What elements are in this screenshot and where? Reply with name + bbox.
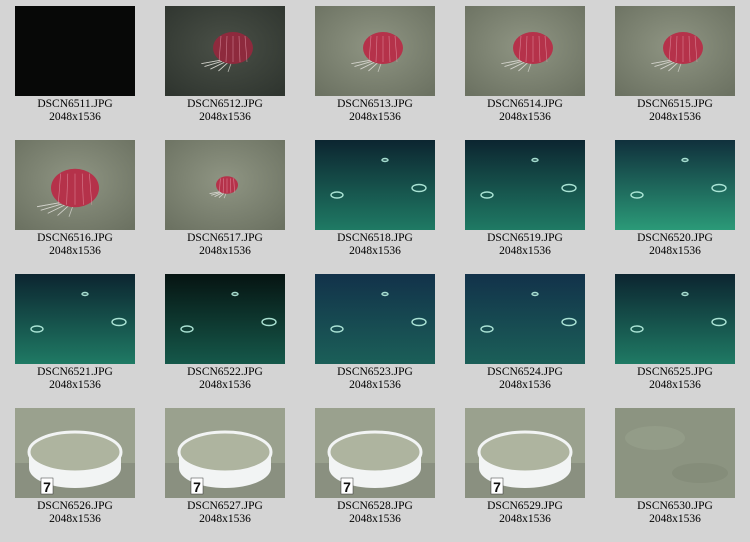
thumbnail-filename: DSCN6514.JPG [487, 98, 563, 110]
thumbnail-dimensions: 2048x1536 [199, 111, 251, 123]
thumbnail-filename: DSCN6527.JPG [187, 500, 263, 512]
thumbnail-filename: DSCN6515.JPG [637, 98, 713, 110]
thumbnail-item[interactable]: DSCN6511.JPG 2048x1536 [15, 6, 135, 130]
thumbnail-item[interactable]: DSCN6515.JPG 2048x1536 [615, 6, 735, 130]
thumbnail-dimensions: 2048x1536 [499, 513, 551, 525]
thumbnail-filename: DSCN6525.JPG [637, 366, 713, 378]
thumbnail-item[interactable]: 7 DSCN6529.JPG 2048x1536 [465, 408, 585, 532]
thumbnail-image[interactable] [465, 274, 585, 364]
thumbnail-filename: DSCN6523.JPG [337, 366, 413, 378]
thumbnail-item[interactable]: 7 DSCN6526.JPG 2048x1536 [15, 408, 135, 532]
thumbnail-dimensions: 2048x1536 [499, 111, 551, 123]
svg-text:7: 7 [493, 479, 501, 495]
svg-text:7: 7 [43, 479, 51, 495]
thumbnail-image[interactable] [615, 274, 735, 364]
thumbnail-item[interactable]: 7 DSCN6528.JPG 2048x1536 [315, 408, 435, 532]
thumbnail-filename: DSCN6519.JPG [487, 232, 563, 244]
thumbnail-dimensions: 2048x1536 [349, 111, 401, 123]
thumbnail-item[interactable]: DSCN6519.JPG 2048x1536 [465, 140, 585, 264]
thumbnail-dimensions: 2048x1536 [349, 245, 401, 257]
thumbnail-image[interactable] [15, 274, 135, 364]
thumbnail-dimensions: 2048x1536 [49, 111, 101, 123]
thumbnail-image[interactable] [465, 6, 585, 96]
thumbnail-dimensions: 2048x1536 [499, 379, 551, 391]
thumbnail-filename: DSCN6512.JPG [187, 98, 263, 110]
thumbnail-filename: DSCN6521.JPG [37, 366, 113, 378]
thumbnail-filename: DSCN6513.JPG [337, 98, 413, 110]
thumbnail-filename: DSCN6516.JPG [37, 232, 113, 244]
thumbnail-image[interactable]: 7 [15, 408, 135, 498]
thumbnail-image[interactable]: 7 [465, 408, 585, 498]
thumbnail-gallery: DSCN6511.JPG 2048x1536 DSCN6512.JPG 2048x15… [0, 0, 750, 542]
thumbnail-dimensions: 2048x1536 [199, 245, 251, 257]
thumbnail-filename: DSCN6524.JPG [487, 366, 563, 378]
thumbnail-dimensions: 2048x1536 [649, 245, 701, 257]
thumbnail-image[interactable] [315, 140, 435, 230]
thumbnail-image[interactable] [15, 140, 135, 230]
thumbnail-image[interactable] [465, 140, 585, 230]
thumbnail-dimensions: 2048x1536 [199, 379, 251, 391]
thumbnail-dimensions: 2048x1536 [649, 379, 701, 391]
thumbnail-filename: DSCN6518.JPG [337, 232, 413, 244]
thumbnail-image[interactable]: 7 [165, 408, 285, 498]
svg-text:7: 7 [343, 479, 351, 495]
thumbnail-filename: DSCN6530.JPG [637, 500, 713, 512]
thumbnail-filename: DSCN6517.JPG [187, 232, 263, 244]
thumbnail-filename: DSCN6526.JPG [37, 500, 113, 512]
thumbnail-image[interactable]: 7 [315, 408, 435, 498]
thumbnail-image[interactable] [165, 6, 285, 96]
thumbnail-item[interactable]: DSCN6522.JPG 2048x1536 [165, 274, 285, 398]
thumbnail-item[interactable]: DSCN6517.JPG 2048x1536 [165, 140, 285, 264]
thumbnail-image[interactable] [615, 408, 735, 498]
thumbnail-dimensions: 2048x1536 [49, 379, 101, 391]
thumbnail-dimensions: 2048x1536 [199, 513, 251, 525]
thumbnail-dimensions: 2048x1536 [49, 513, 101, 525]
thumbnail-item[interactable]: DSCN6523.JPG 2048x1536 [315, 274, 435, 398]
thumbnail-item[interactable]: DSCN6518.JPG 2048x1536 [315, 140, 435, 264]
thumbnail-item[interactable]: DSCN6524.JPG 2048x1536 [465, 274, 585, 398]
thumbnail-filename: DSCN6528.JPG [337, 500, 413, 512]
thumbnail-dimensions: 2048x1536 [349, 513, 401, 525]
thumbnail-image[interactable] [315, 6, 435, 96]
thumbnail-dimensions: 2048x1536 [499, 245, 551, 257]
thumbnail-image[interactable] [315, 274, 435, 364]
thumbnail-dimensions: 2048x1536 [649, 513, 701, 525]
thumbnail-item[interactable]: DSCN6513.JPG 2048x1536 [315, 6, 435, 130]
thumbnail-item[interactable]: DSCN6530.JPG 2048x1536 [615, 408, 735, 532]
thumbnail-item[interactable]: DSCN6525.JPG 2048x1536 [615, 274, 735, 398]
thumbnail-dimensions: 2048x1536 [49, 245, 101, 257]
thumbnail-dimensions: 2048x1536 [349, 379, 401, 391]
thumbnail-filename: DSCN6522.JPG [187, 366, 263, 378]
thumbnail-image[interactable] [15, 6, 135, 96]
thumbnail-filename: DSCN6511.JPG [37, 98, 113, 110]
thumbnail-filename: DSCN6520.JPG [637, 232, 713, 244]
thumbnail-item[interactable]: DSCN6521.JPG 2048x1536 [15, 274, 135, 398]
thumbnail-item[interactable]: 7 DSCN6527.JPG 2048x1536 [165, 408, 285, 532]
thumbnail-image[interactable] [615, 140, 735, 230]
thumbnail-image[interactable] [165, 140, 285, 230]
thumbnail-item[interactable]: DSCN6516.JPG 2048x1536 [15, 140, 135, 264]
svg-text:7: 7 [193, 479, 201, 495]
thumbnail-filename: DSCN6529.JPG [487, 500, 563, 512]
thumbnail-image[interactable] [615, 6, 735, 96]
thumbnail-item[interactable]: DSCN6514.JPG 2048x1536 [465, 6, 585, 130]
thumbnail-image[interactable] [165, 274, 285, 364]
thumbnail-item[interactable]: DSCN6520.JPG 2048x1536 [615, 140, 735, 264]
thumbnail-item[interactable]: DSCN6512.JPG 2048x1536 [165, 6, 285, 130]
thumbnail-dimensions: 2048x1536 [649, 111, 701, 123]
